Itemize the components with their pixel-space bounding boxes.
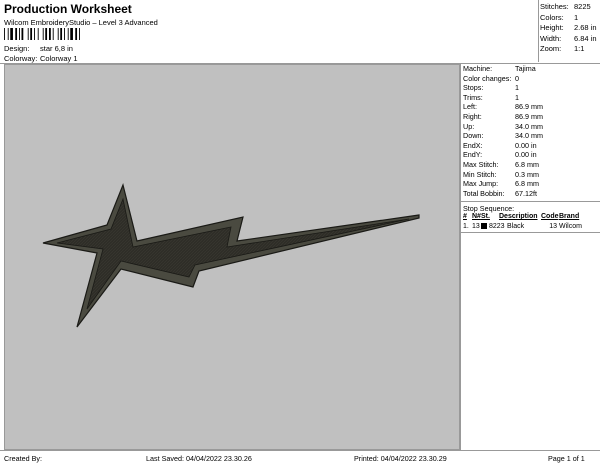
stats-divider: [538, 0, 539, 62]
machine-info-value: 0.00 in: [515, 140, 537, 150]
software-subtitle: Wilcom EmbroideryStudio – Level 3 Advanc…: [4, 18, 158, 27]
shooting-star-fill: [56, 197, 410, 310]
design-label: Design:: [4, 44, 30, 53]
printed-date: Printed: 04/04/2022 23.30.29: [354, 454, 447, 463]
machine-info-panel: Machine: Tajima Color changes: 0 Stops: 1 Trim…: [460, 64, 600, 450]
machine-info-value: 6.8 mm: [515, 159, 539, 169]
table-row: 1. 13 8223 Black 13 Wilcom: [461, 223, 600, 234]
col-num: #: [463, 213, 467, 221]
machine-info-label: Down:: [463, 131, 484, 141]
colorway-label: Colorway:: [4, 54, 38, 63]
row-brand: Wilcom: [559, 223, 582, 231]
machine-info-list: Machine: Tajima Color changes: 0 Stops: 1 Trim…: [461, 64, 600, 198]
machine-info-row: Machine: Tajima: [461, 64, 600, 74]
col-code: Code: [541, 213, 559, 221]
machine-info-row: EndX: 0.00 in: [461, 141, 600, 151]
machine-info-value: 1: [515, 83, 519, 93]
machine-info-value: 67.12ft: [515, 188, 537, 198]
machine-info-row: Up: 34.0 mm: [461, 122, 600, 132]
row-n: 13: [472, 223, 480, 231]
stop-sequence-title: Stop Sequence:: [461, 201, 600, 213]
machine-info-label: Trims:: [463, 92, 483, 102]
machine-info-value: 86.9 mm: [515, 102, 543, 112]
machine-info-row: Stops: 1: [461, 83, 600, 93]
design-row: Design: star 6,8 in: [4, 44, 73, 53]
stat-label: Height:: [540, 23, 564, 32]
machine-info-row: Max Stitch: 6.8 mm: [461, 160, 600, 170]
last-saved: Last Saved: 04/04/2022 23.30.26: [146, 454, 252, 463]
color-swatch-icon: [481, 223, 487, 230]
row-code: 13: [549, 223, 557, 231]
row-description: Black: [507, 223, 525, 231]
worksheet-header: Production Worksheet Wilcom EmbroiderySt…: [0, 0, 600, 64]
machine-info-value: 0: [515, 73, 519, 83]
machine-info-label: Stops:: [463, 83, 484, 93]
machine-info-label: Machine:: [463, 64, 493, 73]
stat-value: 1:1: [574, 44, 585, 53]
stat-height: Height: 2.68 in: [540, 23, 600, 34]
stat-label: Width:: [540, 33, 562, 43]
stat-zoom: Zoom: 1:1: [540, 44, 600, 55]
machine-info-row: Down: 34.0 mm: [461, 131, 600, 141]
stop-sequence-header: # N# St. Description Code Brand: [461, 213, 600, 223]
machine-info-value: 34.0 mm: [515, 131, 543, 141]
design-stats: Stitches: 8225 Colors: 1 Height: 2.68 in Wi…: [540, 2, 600, 55]
machine-info-value: 34.0 mm: [515, 121, 543, 131]
machine-info-row: Color changes: 0: [461, 74, 600, 84]
machine-info-row: Max Jump: 6.8 mm: [461, 179, 600, 189]
machine-info-label: Min Stitch:: [463, 169, 497, 179]
page-number: Page 1 of 1: [548, 454, 585, 463]
barcode-image: [4, 28, 80, 40]
col-brand: Brand: [559, 213, 580, 221]
machine-info-label: EndY:: [463, 150, 483, 160]
machine-info-label: Color changes:: [463, 73, 512, 83]
machine-info-label: Right:: [463, 111, 482, 121]
col-n: N#: [472, 213, 481, 221]
row-st: 8223: [481, 223, 505, 232]
colorway-row: Colorway: Colorway 1: [4, 54, 78, 63]
stat-value: 1: [574, 12, 579, 22]
machine-info-row: Right: 86.9 mm: [461, 112, 600, 122]
machine-info-value: 0.00 in: [515, 150, 537, 160]
stat-value: 2.68 in: [574, 23, 597, 32]
worksheet-footer: Created By: Last Saved: 04/04/2022 23.30…: [0, 450, 600, 464]
machine-info-row: Min Stitch: 0.3 mm: [461, 170, 600, 180]
machine-info-label: Total Bobbin:: [463, 188, 505, 198]
machine-info-row: EndY: 0.00 in: [461, 150, 600, 160]
machine-info-value: Tajima: [515, 64, 536, 73]
stat-width: Width: 6.84 in: [540, 34, 600, 45]
machine-info-label: Max Stitch:: [463, 159, 499, 169]
machine-info-label: Max Jump:: [463, 179, 499, 189]
created-by: Created By:: [4, 454, 42, 463]
col-st: St.: [481, 213, 490, 221]
machine-info-value: 1: [515, 92, 519, 102]
col-description: Description: [499, 213, 538, 221]
machine-info-value: 86.9 mm: [515, 111, 543, 121]
stat-value: 8225: [574, 2, 591, 11]
stat-label: Colors:: [540, 12, 564, 22]
stat-colors: Colors: 1: [540, 13, 600, 24]
machine-info-row: Total Bobbin: 67.12ft: [461, 189, 600, 199]
machine-info-label: Up:: [463, 121, 475, 131]
stat-stitches: Stitches: 8225: [540, 2, 600, 13]
colorway-value: Colorway 1: [40, 54, 78, 63]
machine-info-row: Trims: 1: [461, 93, 600, 103]
machine-info-label: EndX:: [463, 140, 483, 150]
stat-label: Stitches:: [540, 2, 569, 11]
page-title: Production Worksheet: [4, 2, 132, 16]
design-preview-canvas: [4, 64, 460, 450]
stat-value: 6.84 in: [574, 33, 597, 43]
machine-info-row: Left: 86.9 mm: [461, 102, 600, 112]
machine-info-label: Left:: [463, 102, 477, 112]
design-value: star 6,8 in: [40, 44, 73, 53]
machine-info-value: 6.8 mm: [515, 179, 539, 189]
row-num: 1.: [463, 223, 469, 231]
stat-label: Zoom:: [540, 44, 562, 53]
embroidery-design: [42, 183, 420, 328]
machine-info-value: 0.3 mm: [515, 169, 539, 179]
